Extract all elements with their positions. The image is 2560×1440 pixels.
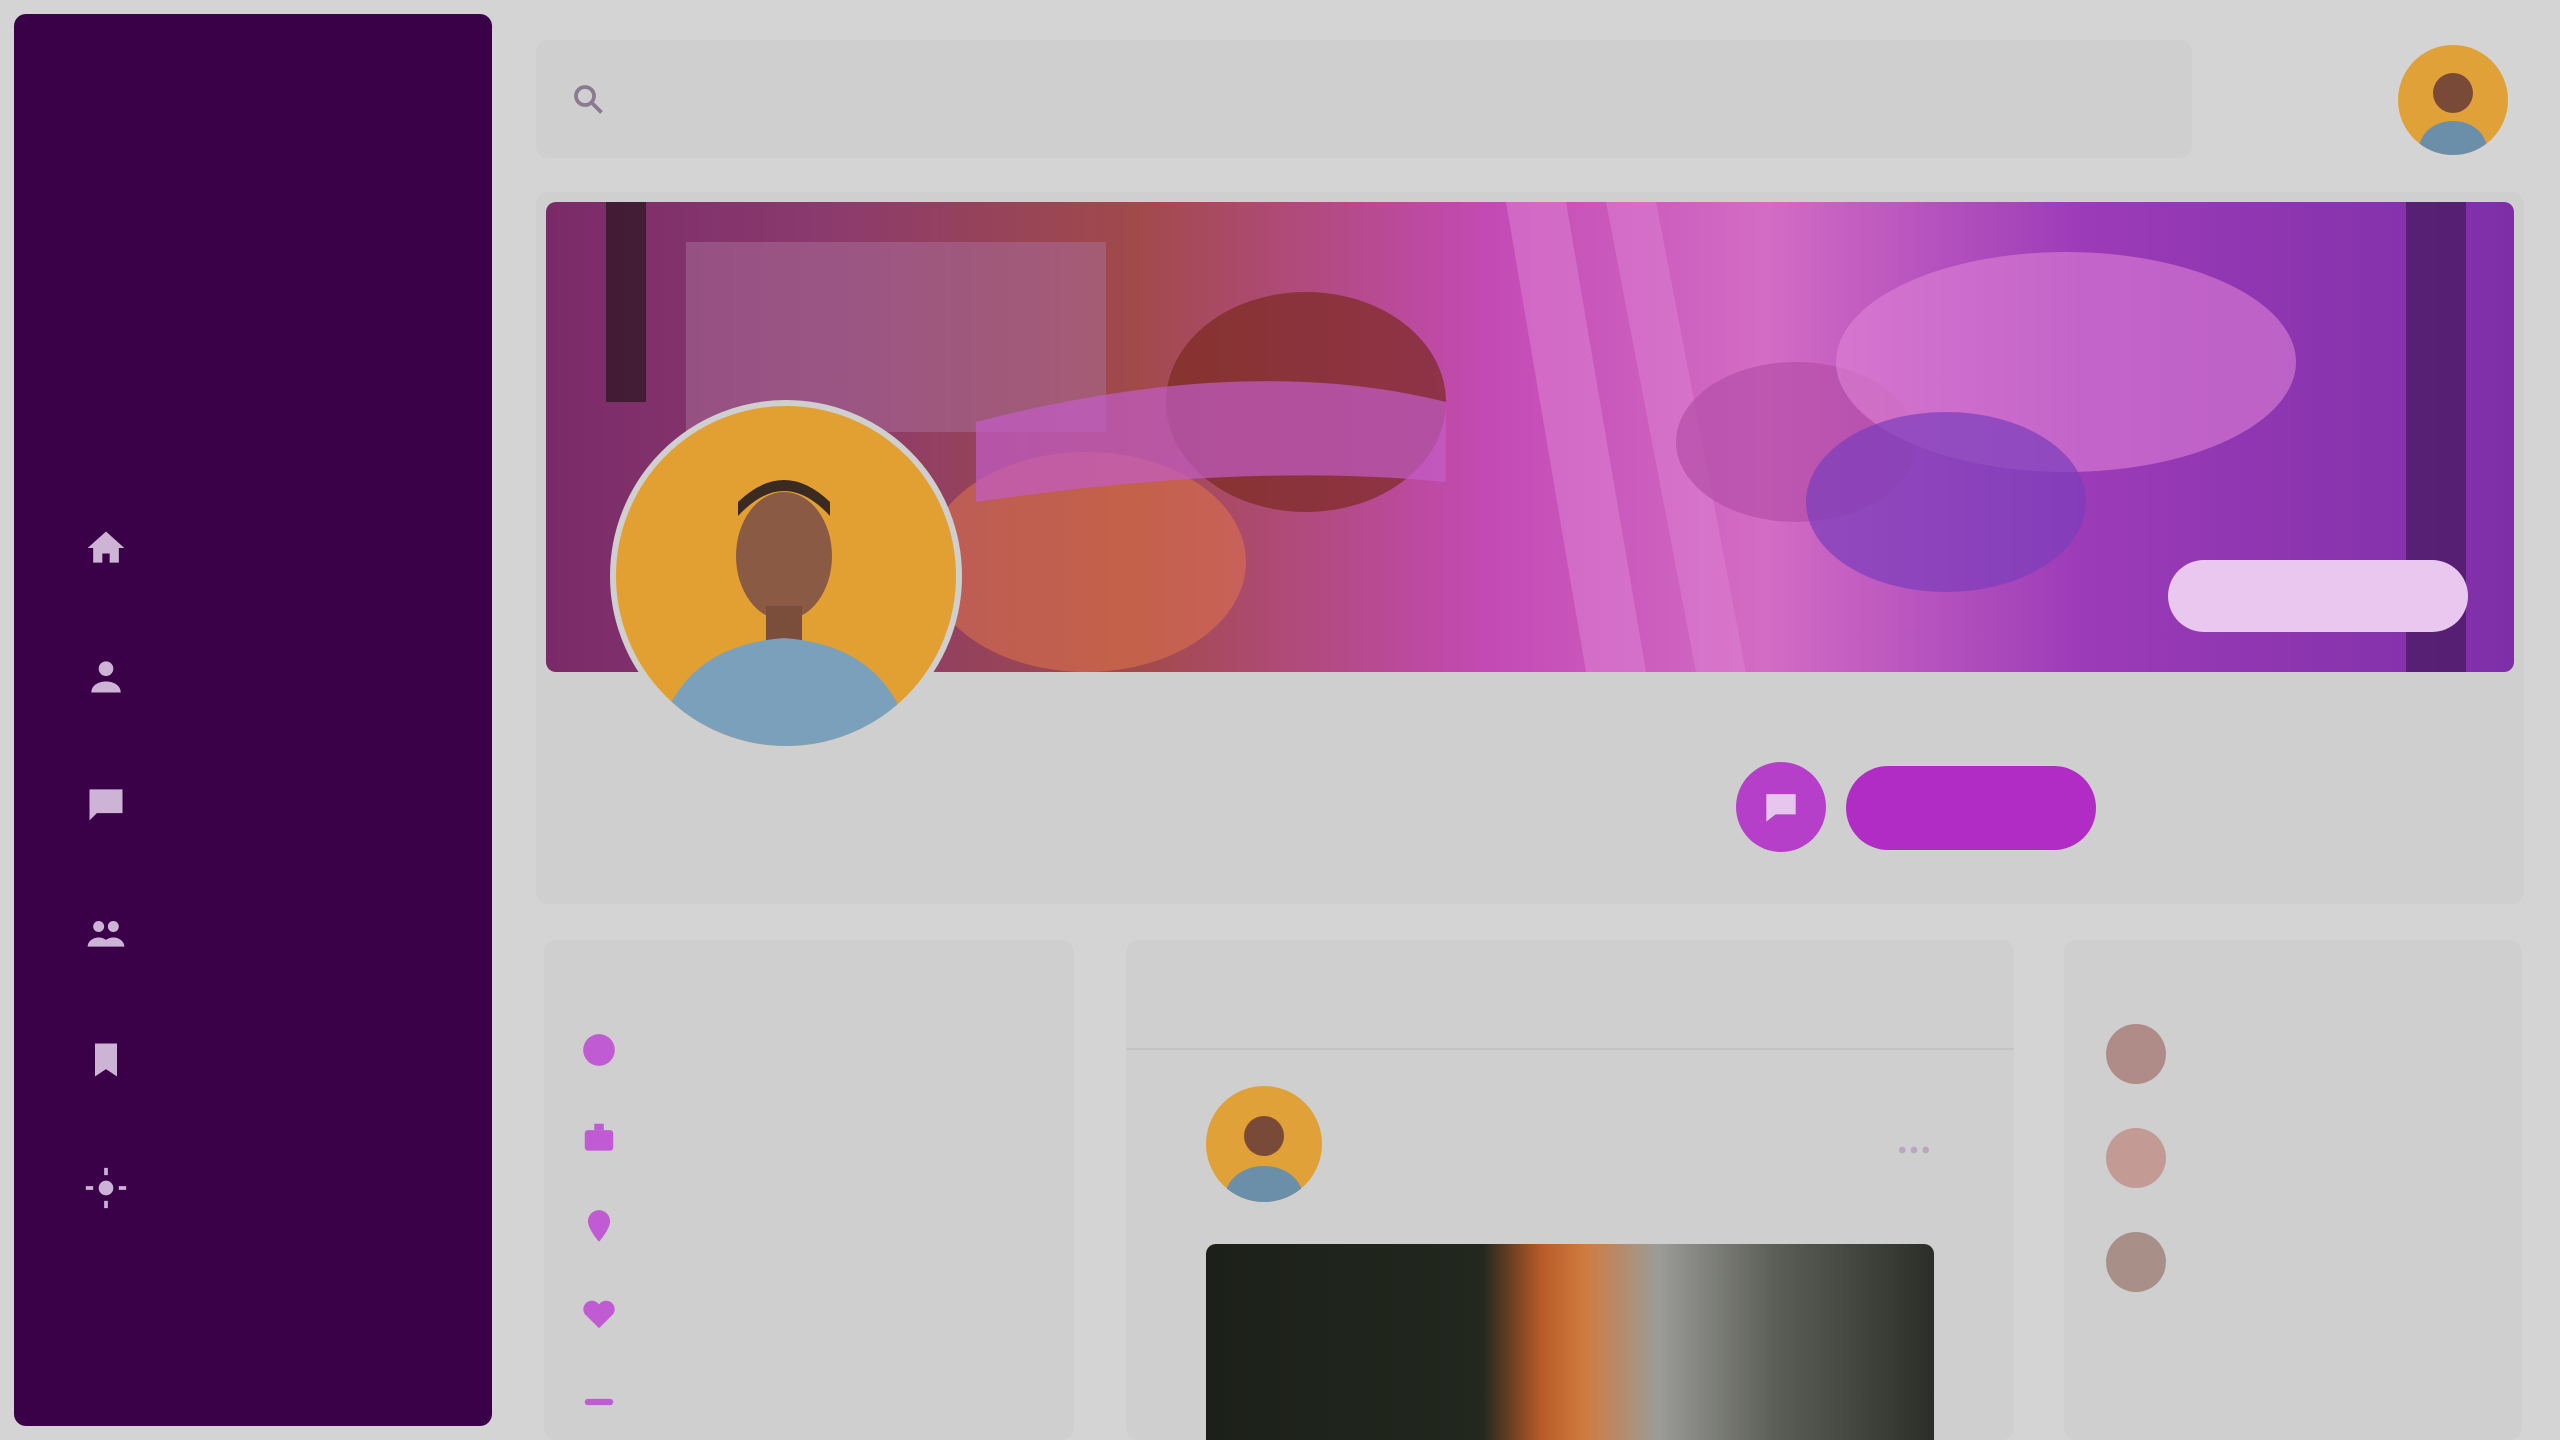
suggestion-item[interactable] — [2106, 1106, 2480, 1210]
sidebar-nav — [84, 484, 170, 1252]
info-icon — [583, 1034, 615, 1066]
about-panel — [544, 940, 1074, 1440]
avatar[interactable] — [2106, 1024, 2166, 1084]
header-user-menu[interactable] — [2222, 45, 2522, 155]
bookmark-icon — [95, 1043, 117, 1077]
avatar[interactable] — [1206, 1086, 1322, 1202]
follow-button[interactable] — [1846, 766, 2096, 850]
top-search-bar — [536, 40, 2192, 158]
avatar[interactable] — [2106, 1232, 2166, 1292]
location-icon — [587, 1210, 611, 1242]
sidebar-item-groups[interactable] — [84, 868, 170, 996]
message-button[interactable] — [1736, 762, 1826, 852]
search-input[interactable] — [630, 80, 2030, 118]
heart-icon — [583, 1300, 615, 1329]
suggestion-item[interactable] — [2106, 1002, 2480, 1106]
sidebar-item-home[interactable] — [84, 484, 170, 612]
post-person-icon — [1224, 1116, 1304, 1202]
group-icon — [87, 921, 125, 947]
about-row — [580, 1182, 1038, 1270]
message-icon — [89, 789, 123, 821]
user-icon — [91, 661, 121, 693]
profile-person-icon — [656, 480, 912, 746]
sidebar-item-saved[interactable] — [84, 996, 170, 1124]
feed-panel — [1126, 940, 2014, 1440]
sidebar-item-settings[interactable] — [84, 1124, 170, 1252]
about-row — [580, 1094, 1038, 1182]
feed-tabs — [1126, 940, 2014, 1050]
avatar[interactable] — [2106, 1128, 2166, 1188]
chat-icon — [1766, 794, 1796, 822]
suggestion-item[interactable] — [2106, 1210, 2480, 1314]
profile-avatar[interactable] — [610, 400, 962, 752]
sidebar-item-profile[interactable] — [84, 612, 170, 740]
suggestions-panel — [2064, 940, 2522, 1440]
edit-cover-button[interactable] — [2168, 560, 2468, 632]
post-image[interactable] — [1206, 1244, 1934, 1440]
more-options-icon[interactable] — [1894, 1130, 1934, 1170]
link-icon — [584, 1398, 614, 1406]
avatar-person-icon — [2418, 73, 2488, 155]
about-row[interactable] — [580, 1358, 1038, 1440]
settings-icon — [85, 1167, 127, 1209]
post-header — [1206, 1086, 1352, 1202]
about-row — [580, 1270, 1038, 1358]
sidebar — [14, 14, 492, 1426]
search-icon — [574, 85, 603, 114]
avatar[interactable] — [2398, 45, 2508, 155]
about-row — [580, 1006, 1038, 1094]
sidebar-item-messages[interactable] — [84, 740, 170, 868]
home-icon — [87, 531, 125, 563]
briefcase-icon — [584, 1123, 614, 1151]
profile-card — [536, 192, 2524, 904]
